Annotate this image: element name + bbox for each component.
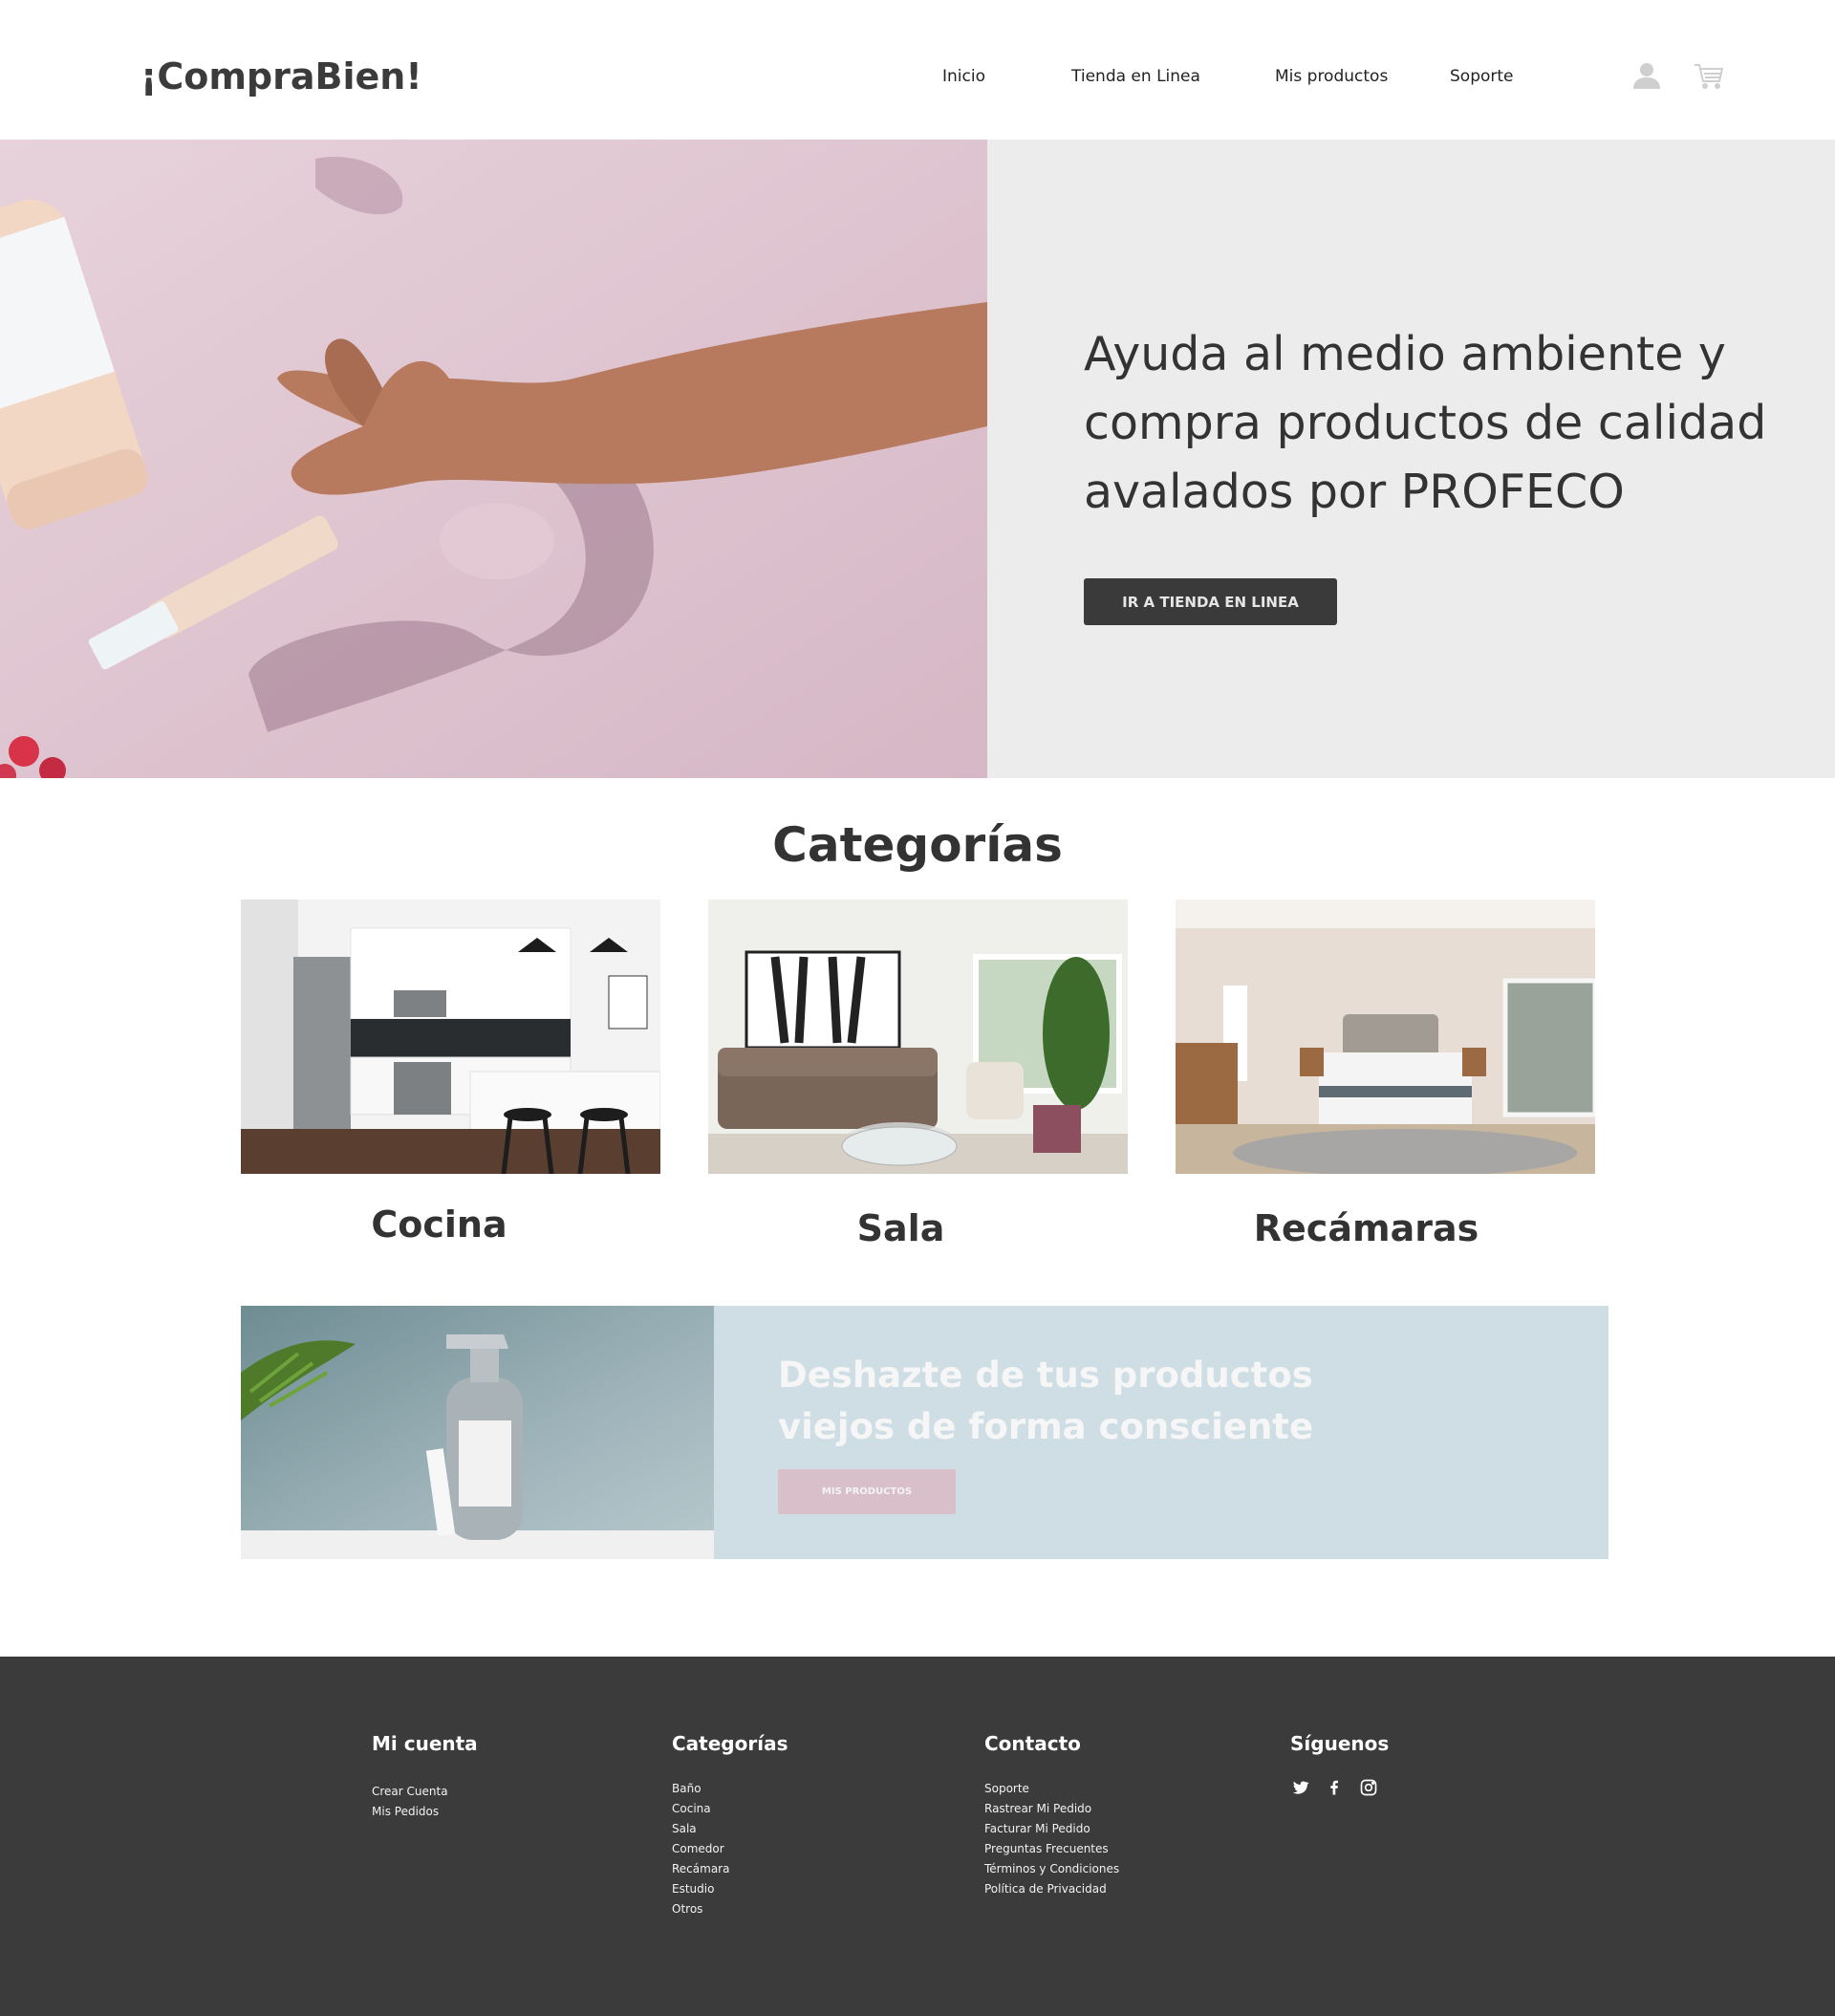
footer-link-otros[interactable]: Otros <box>672 1899 788 1919</box>
nav-link-inicio[interactable]: Inicio <box>942 67 985 86</box>
footer-link-facturar-pedido[interactable]: Facturar Mi Pedido <box>984 1819 1119 1839</box>
nav-link-mis-productos[interactable]: Mis productos <box>1275 67 1388 86</box>
site-footer <box>0 1657 1835 2016</box>
cart-icon[interactable] <box>1693 59 1725 92</box>
footer-link-terminos[interactable]: Términos y Condiciones <box>984 1859 1119 1879</box>
footer-link-estudio[interactable]: Estudio <box>672 1879 788 1899</box>
footer-heading-mi-cuenta: Mi cuenta <box>372 1732 478 1755</box>
footer-column-contacto: Contacto Soporte Rastrear Mi Pedido Fact… <box>984 1732 1119 1899</box>
footer-heading-categorias: Categorías <box>672 1732 788 1755</box>
user-icon[interactable] <box>1630 59 1663 92</box>
site-logo[interactable]: ¡CompraBien! <box>140 55 422 98</box>
category-label-recamaras[interactable]: Recámaras <box>1156 1207 1576 1249</box>
footer-link-bano[interactable]: Baño <box>672 1779 788 1799</box>
hero-image <box>0 140 987 778</box>
social-links <box>1290 1778 1389 1797</box>
category-image-sala[interactable] <box>708 900 1128 1174</box>
footer-link-rastrear-pedido[interactable]: Rastrear Mi Pedido <box>984 1799 1119 1819</box>
footer-heading-contacto: Contacto <box>984 1732 1081 1755</box>
footer-column-siguenos: Síguenos <box>1290 1732 1389 1797</box>
footer-link-mis-pedidos[interactable]: Mis Pedidos <box>372 1802 478 1822</box>
nav-link-tienda-en-linea[interactable]: Tienda en Linea <box>1071 67 1200 86</box>
footer-column-categorias: Categorías Baño Cocina Sala Comedor Recá… <box>672 1732 788 1919</box>
promo-image <box>241 1306 714 1559</box>
facebook-icon[interactable] <box>1325 1778 1344 1797</box>
my-products-button[interactable]: MIS PRODUCTOS <box>778 1469 956 1514</box>
footer-link-preguntas-frecuentes[interactable]: Preguntas Frecuentes <box>984 1839 1119 1859</box>
footer-link-soporte[interactable]: Soporte <box>984 1779 1119 1799</box>
category-image-cocina[interactable] <box>241 900 660 1174</box>
categories-heading: Categorías <box>772 817 1063 873</box>
footer-link-cocina[interactable]: Cocina <box>672 1799 788 1819</box>
footer-link-sala[interactable]: Sala <box>672 1819 788 1839</box>
twitter-icon[interactable] <box>1290 1778 1309 1797</box>
footer-column-mi-cuenta: Mi cuenta Crear Cuenta Mis Pedidos <box>372 1732 478 1822</box>
category-label-sala[interactable]: Sala <box>691 1207 1111 1249</box>
nav-link-soporte[interactable]: Soporte <box>1450 67 1514 86</box>
footer-link-comedor[interactable]: Comedor <box>672 1839 788 1859</box>
category-image-recamaras[interactable] <box>1176 900 1595 1174</box>
go-to-store-button[interactable]: IR A TIENDA EN LINEA <box>1084 578 1337 625</box>
footer-link-privacidad[interactable]: Política de Privacidad <box>984 1879 1119 1899</box>
site-header: ¡CompraBien! Inicio Tienda en Linea Mis … <box>0 0 1835 140</box>
footer-link-crear-cuenta[interactable]: Crear Cuenta <box>372 1782 478 1802</box>
category-label-cocina[interactable]: Cocina <box>229 1203 649 1246</box>
footer-heading-siguenos: Síguenos <box>1290 1732 1390 1755</box>
promo-title: Deshazte de tus productos viejos de form… <box>778 1355 1314 1447</box>
instagram-icon[interactable] <box>1359 1778 1378 1797</box>
hero-title: Ayuda al medio ambiente y compra product… <box>1084 327 1767 519</box>
footer-link-recamara[interactable]: Recámara <box>672 1859 788 1879</box>
